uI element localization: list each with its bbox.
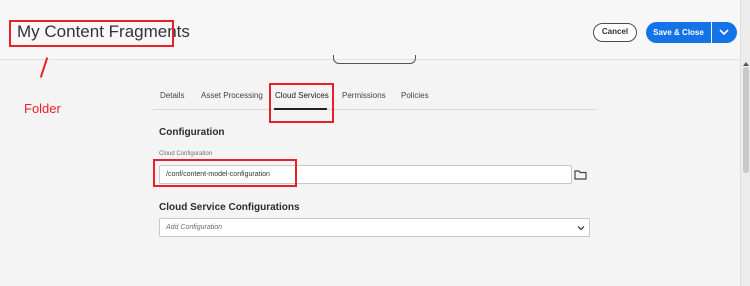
annotation-tab-highlight	[269, 83, 334, 123]
scrollbar-thumb[interactable]	[743, 67, 749, 173]
cancel-button[interactable]: Cancel	[593, 23, 637, 42]
configuration-heading: Configuration	[159, 127, 225, 138]
cloud-configuration-label: Cloud Configuration	[159, 151, 213, 157]
save-close-button[interactable]: Save & Close	[646, 22, 711, 43]
chevron-down-icon	[577, 226, 585, 231]
save-options-dropdown[interactable]	[712, 22, 737, 43]
scroll-up-arrow[interactable]	[743, 62, 749, 66]
annotation-title-highlight	[9, 20, 174, 47]
folder-icon	[574, 170, 587, 180]
tab-permissions[interactable]: Permissions	[342, 91, 386, 100]
tab-policies[interactable]: Policies	[401, 91, 429, 100]
vertical-scrollbar[interactable]	[740, 0, 750, 286]
tab-details[interactable]: Details	[160, 91, 184, 100]
annotation-folder-label: Folder	[24, 101, 61, 116]
chevron-down-icon	[719, 29, 729, 35]
properties-tabs: Details Asset Processing Cloud Services …	[153, 82, 597, 110]
cloud-service-configurations-heading: Cloud Service Configurations	[159, 202, 300, 213]
add-configuration-placeholder: Add Configuration	[166, 224, 223, 231]
browse-folder-button[interactable]	[573, 168, 588, 181]
annotation-field-highlight	[153, 159, 297, 187]
tab-asset-processing[interactable]: Asset Processing	[201, 91, 263, 100]
add-configuration-select[interactable]	[159, 218, 590, 237]
collapsed-panel-handle	[333, 55, 416, 64]
annotation-slash-mark	[39, 57, 49, 78]
